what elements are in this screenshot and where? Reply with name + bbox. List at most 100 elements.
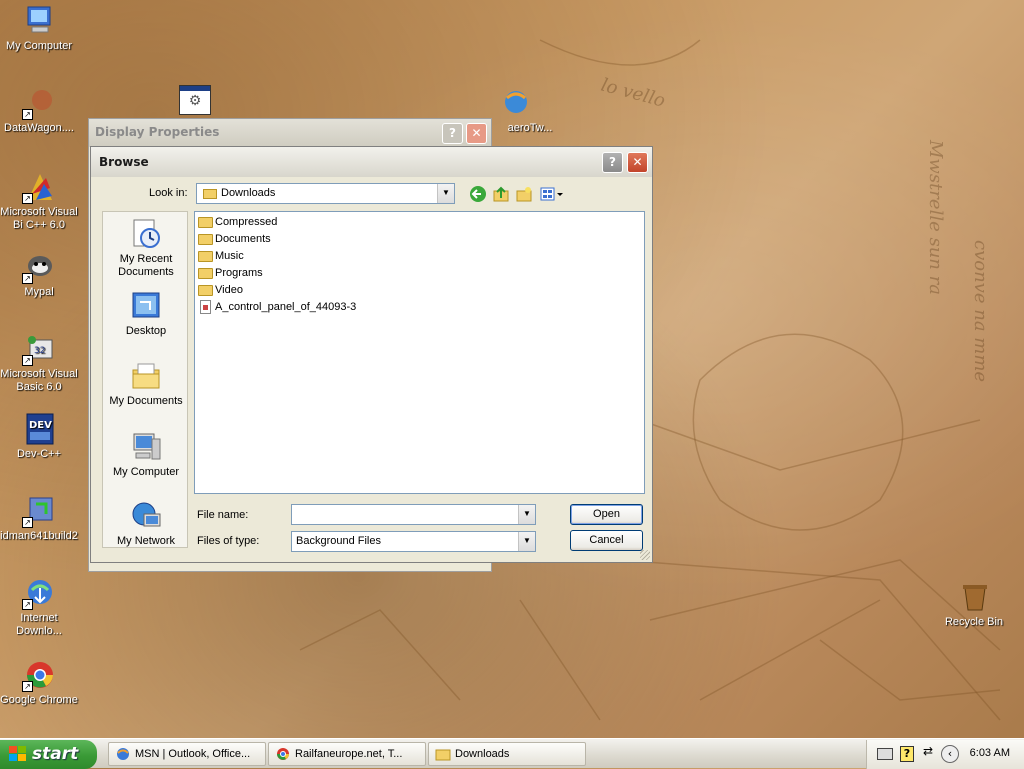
desktop-icon-label: Google Chrome	[0, 694, 78, 706]
my-documents-icon	[130, 360, 162, 392]
desktop-icon-mypal[interactable]: ↗ Mypal	[0, 250, 78, 299]
desktop-icon-label: My Computer	[5, 40, 73, 52]
clock[interactable]: 6:03 AM	[970, 747, 1010, 759]
list-item[interactable]: Documents	[198, 232, 271, 249]
list-item[interactable]: A_control_panel_of_44093-3	[198, 300, 356, 317]
ie-icon	[115, 747, 131, 761]
file-name: A_control_panel_of_44093-3	[215, 301, 357, 313]
close-button[interactable]: ✕	[466, 123, 487, 144]
place-label: My Recent Documents	[118, 253, 174, 278]
desktop-icon-datawagon[interactable]: ↗ DataWagon....	[0, 86, 78, 135]
chevron-down-icon[interactable]: ▼	[518, 532, 535, 551]
svg-text:32: 32	[34, 346, 45, 356]
cancel-button[interactable]: Cancel	[570, 530, 643, 551]
display-properties-titlebar[interactable]: Display Properties ? ✕	[89, 119, 491, 147]
look-in-label: Look in:	[149, 187, 188, 199]
desktop-icon-internet-download[interactable]: ↗ Internet Downlo...	[0, 576, 78, 638]
desktop-icon-label: idman641build2	[0, 530, 78, 542]
desktop-icon-chrome[interactable]: ↗ Google Chrome	[0, 658, 78, 707]
desktop-icon-label: DataWagon....	[4, 122, 74, 134]
list-item[interactable]: Music	[198, 249, 244, 266]
taskbar-button-railfaneurope[interactable]: Railfaneurope.net, T...	[268, 742, 426, 766]
place-label: My Network	[116, 535, 176, 547]
system-tray: ? ⇄ ‹ 6:03 AM	[866, 740, 1024, 769]
place-my-network[interactable]: My Network	[103, 500, 189, 548]
desktop-icon-idman[interactable]: ↗ idman641build2	[0, 494, 78, 543]
view-menu-icon[interactable]	[539, 185, 565, 203]
dialog-title: Browse	[99, 155, 149, 169]
list-item[interactable]: Compressed	[198, 215, 277, 232]
look-in-dropdown[interactable]: Downloads ▼	[196, 183, 455, 204]
place-desktop[interactable]: Desktop	[103, 290, 189, 338]
desktop-icon-label: Dev-C++	[16, 448, 62, 460]
visual-cpp-icon: ↗	[22, 170, 56, 204]
visual-basic-icon: 32 ↗	[22, 332, 56, 366]
help-button[interactable]: ?	[602, 152, 623, 173]
place-my-documents[interactable]: My Documents	[103, 360, 189, 408]
file-name: Programs	[215, 267, 263, 279]
file-name: Video	[215, 284, 243, 296]
desktop-icon-dev-cpp[interactable]: DEV Dev-C++	[0, 412, 78, 461]
place-my-recent-documents[interactable]: My Recent Documents	[103, 218, 189, 279]
open-button[interactable]: Open	[570, 504, 643, 525]
help-icon[interactable]: ?	[900, 746, 914, 762]
file-name-field[interactable]: ▼	[291, 504, 536, 525]
my-network-icon	[130, 500, 162, 532]
network-icon[interactable]: ⇄	[923, 745, 933, 757]
chevron-down-icon[interactable]: ▼	[518, 505, 535, 524]
browse-titlebar[interactable]: Browse ? ✕	[91, 147, 652, 177]
idman-icon: ↗	[22, 494, 56, 528]
desktop-icon-recycle-bin[interactable]: Recycle Bin	[935, 580, 1013, 629]
window-title: Display Properties	[95, 125, 220, 139]
taskbar-button-downloads[interactable]: Downloads	[428, 742, 586, 766]
up-folder-icon[interactable]	[492, 185, 510, 203]
chrome-icon: ↗	[22, 658, 56, 692]
keyboard-icon[interactable]	[877, 748, 893, 760]
list-item[interactable]: Programs	[198, 266, 263, 283]
program-window-icon[interactable]: ⚙	[179, 85, 211, 115]
folder-icon	[203, 189, 217, 199]
folder-icon	[198, 251, 213, 262]
file-list[interactable]: Compressed Documents Music Programs Vide…	[194, 211, 645, 494]
taskbar: start MSN | Outlook, Office... Railfaneu…	[0, 738, 1024, 769]
desktop-icon-label: Recycle Bin	[944, 616, 1004, 628]
back-icon[interactable]	[469, 185, 487, 203]
svg-text:DEV: DEV	[29, 420, 52, 431]
files-of-type-label: Files of type:	[197, 535, 260, 547]
taskbar-button-msn[interactable]: MSN | Outlook, Office...	[108, 742, 266, 766]
desktop-icon-my-computer[interactable]: My Computer	[0, 4, 78, 53]
chevron-down-icon[interactable]: ▼	[437, 184, 454, 203]
start-button[interactable]: start	[0, 740, 97, 769]
help-button[interactable]: ?	[442, 123, 463, 144]
place-label: Desktop	[125, 325, 167, 337]
place-my-computer[interactable]: My Computer	[103, 431, 189, 479]
desktop-icon-label: Microsoft Visual Bi C++ 6.0	[0, 206, 78, 231]
close-button[interactable]: ✕	[627, 152, 648, 173]
my-computer-icon	[22, 4, 56, 38]
folder-icon	[198, 234, 213, 245]
new-folder-icon[interactable]	[515, 185, 533, 203]
resize-grip[interactable]	[640, 550, 650, 560]
file-name: Compressed	[215, 216, 278, 228]
chrome-icon	[275, 747, 291, 761]
recycle-bin-icon	[957, 580, 991, 614]
desktop-icon-visual-basic[interactable]: 32 ↗ Microsoft Visual Basic 6.0	[0, 332, 78, 394]
file-name: Music	[215, 250, 244, 262]
desktop-icon-label: Internet Downlo...	[16, 612, 62, 637]
browse-dialog[interactable]: Browse ? ✕ Look in: Downloads ▼ My Recen…	[90, 146, 653, 563]
list-item[interactable]: Video	[198, 283, 243, 300]
my-computer-icon	[130, 431, 162, 463]
file-name-label: File name:	[197, 509, 249, 521]
folder-icon	[198, 268, 213, 279]
windows-logo-icon	[9, 746, 26, 761]
clock-tray-icon[interactable]: ‹	[941, 745, 959, 763]
folder-icon	[435, 747, 451, 761]
mypal-icon: ↗	[22, 250, 56, 284]
svg-text:cvonve na mme: cvonve na mme	[970, 240, 991, 382]
svg-text:Mwstrelle sun ra: Mwstrelle sun ra	[925, 139, 946, 295]
folder-icon	[198, 285, 213, 296]
desktop-icon	[130, 290, 162, 322]
files-of-type-dropdown[interactable]: Background Files ▼	[291, 531, 536, 552]
file-name: Documents	[215, 233, 271, 245]
desktop-icon-visual-cpp[interactable]: ↗ Microsoft Visual Bi C++ 6.0	[0, 170, 78, 232]
